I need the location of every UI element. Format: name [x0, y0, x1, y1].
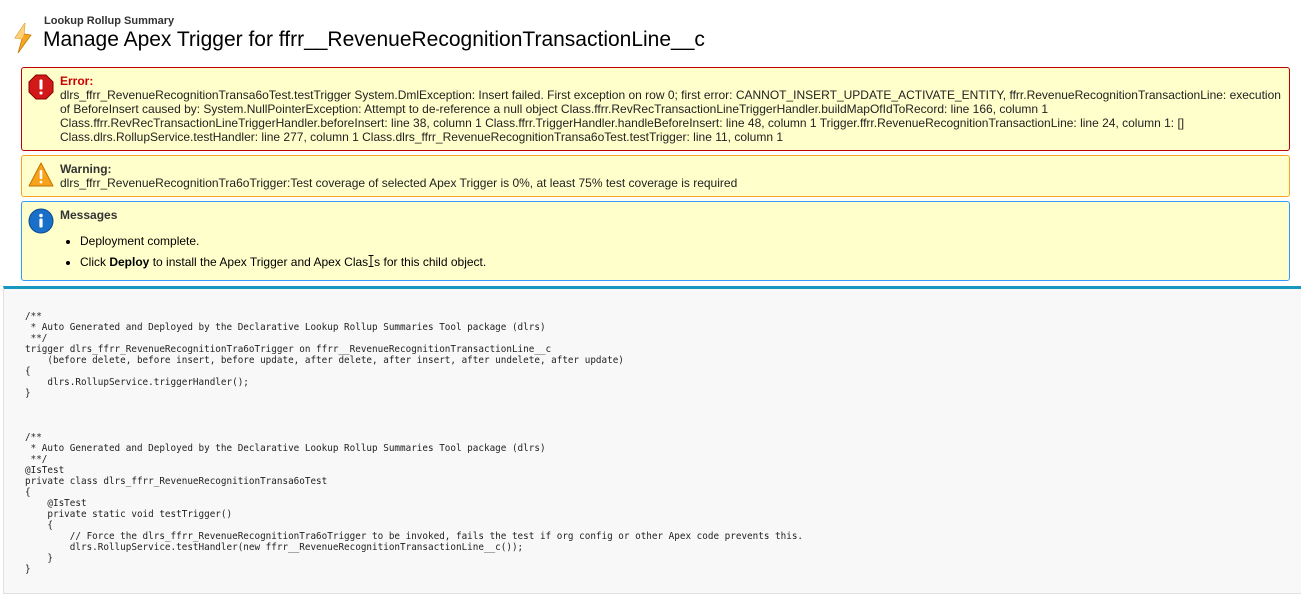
text-cursor-icon: [368, 255, 374, 267]
error-title: Error:: [60, 74, 94, 88]
info-message-body: Messages Deployment complete. Click Depl…: [60, 208, 1283, 275]
page-title: Manage Apex Trigger for ffrr__RevenueRec…: [43, 28, 705, 51]
page-header: Lookup Rollup Summary Manage Apex Trigge…: [10, 13, 1290, 57]
warning-message-box: Warning: dlrs_ffrr_RevenueRecognitionTra…: [21, 155, 1290, 197]
message-item-text: Deployment complete.: [80, 234, 200, 248]
page-subtitle: Lookup Rollup Summary: [44, 15, 175, 27]
warning-text: dlrs_ffrr_RevenueRecognitionTra6oTrigger…: [60, 176, 738, 190]
info-icon: [28, 208, 54, 234]
message-item-deploy-hint: Click Deploy to install the Apex Trigger…: [80, 254, 1283, 269]
deploy-keyword: Deploy: [109, 255, 150, 269]
warning-message-body: Warning: dlrs_ffrr_RevenueRecognitionTra…: [60, 162, 1283, 190]
apex-code[interactable]: /** * Auto Generated and Deployed by the…: [25, 311, 803, 575]
error-text: dlrs_ffrr_RevenueRecognitionTransa6oTest…: [60, 88, 1281, 144]
info-message-box: Messages Deployment complete. Click Depl…: [21, 201, 1290, 281]
messages-list: Deployment complete. Click Deploy to ins…: [60, 234, 1283, 269]
lightning-icon: [14, 22, 32, 54]
error-icon: [28, 74, 54, 100]
code-panel[interactable]: /** * Auto Generated and Deployed by the…: [3, 286, 1301, 594]
message-item-prefix: Click: [80, 255, 110, 269]
error-message-box: Error: dlrs_ffrr_RevenueRecognitionTrans…: [21, 67, 1290, 151]
message-item-suffix-b: s for this child object.: [374, 255, 487, 269]
page: Lookup Rollup Summary Manage Apex Trigge…: [0, 0, 1301, 600]
error-message-body: Error: dlrs_ffrr_RevenueRecognitionTrans…: [60, 74, 1283, 144]
message-item-deployment: Deployment complete.: [80, 234, 1283, 248]
messages-title: Messages: [60, 208, 118, 222]
warning-title: Warning:: [60, 162, 112, 176]
warning-icon: [28, 162, 54, 188]
message-item-suffix-a: to install the Apex Trigger and Apex Cla…: [149, 255, 369, 269]
